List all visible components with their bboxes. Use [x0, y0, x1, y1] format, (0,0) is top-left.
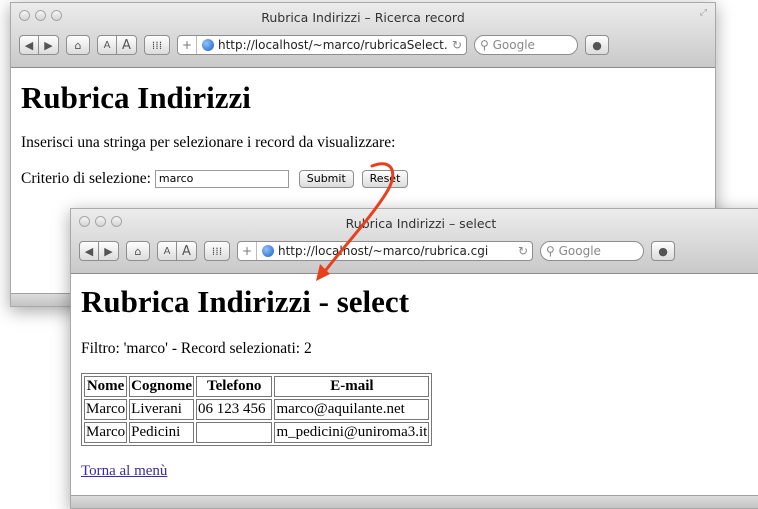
url-text: http://localhost/~marco/rubricaSelect. [218, 38, 448, 52]
grid-icon: ⁞⁞⁞ [151, 38, 163, 52]
text-smaller-button[interactable]: A [157, 241, 177, 261]
cell-telefono: 06 123 456 [195, 399, 273, 420]
forward-button[interactable]: ▶ [99, 241, 119, 261]
back-button[interactable]: ◀ [19, 35, 39, 55]
text-larger-button[interactable]: A [117, 35, 137, 55]
column-header-nome: Nome [84, 376, 128, 397]
browser-toolbar: ◀ ▶ ⌂ A A ⁞⁞⁞ + http://localhost/~marco/… [79, 239, 758, 263]
cell-email: m_pedicini@uniroma3.it [274, 422, 430, 443]
column-header-email: E-mail [274, 376, 430, 397]
address-bar[interactable]: + http://localhost/~marco/rubrica.cgi ↻ [237, 241, 533, 261]
grid-view-button[interactable]: ⁞⁞⁞ [144, 35, 170, 55]
reload-icon[interactable]: ↻ [514, 244, 532, 258]
text-larger-button[interactable]: A [177, 241, 197, 261]
nav-buttons: ◀ ▶ [19, 35, 59, 55]
criterion-input[interactable]: marco [154, 170, 289, 189]
reset-button[interactable]: Reset [361, 170, 409, 189]
text-smaller-button[interactable]: A [97, 35, 117, 55]
download-icon: ● [658, 244, 668, 258]
downloads-button[interactable]: ● [651, 241, 675, 261]
fullscreen-icon[interactable]: ⤢ [700, 8, 707, 18]
submit-button[interactable]: Submit [298, 170, 354, 189]
window-title: Rubrica Indirizzi – select [345, 216, 497, 231]
table-row: Marco Pedicini m_pedicini@uniroma3.it [84, 422, 430, 443]
column-header-telefono: Telefono [195, 376, 273, 397]
page-title: Rubrica Indirizzi - select [81, 284, 410, 319]
nav-buttons: ◀ ▶ [79, 241, 119, 261]
table-row: Marco Liverani 06 123 456 marco@aquilant… [84, 399, 430, 420]
cell-telefono [195, 422, 273, 443]
window-title: Rubrica Indirizzi – Ricerca record [261, 10, 465, 25]
table-header-row: Nome Cognome Telefono E-mail [84, 376, 430, 397]
url-text: http://localhost/~marco/rubrica.cgi [278, 244, 489, 258]
search-icon: ⚲ [480, 38, 489, 52]
criterion-label: Criterio di selezione: [21, 170, 151, 187]
title-bar: Rubrica Indirizzi – select ◀ ▶ ⌂ A A ⁞⁞⁞… [71, 209, 758, 274]
cell-email: marco@aquilante.net [274, 399, 430, 420]
download-icon: ● [592, 38, 602, 52]
page-content: Rubrica Indirizzi - select Filtro: 'marc… [71, 274, 758, 480]
globe-icon [202, 39, 214, 51]
add-bookmark-icon[interactable]: + [178, 36, 197, 54]
cell-cognome: Pedicini [129, 422, 194, 443]
results-table: Nome Cognome Telefono E-mail Marco Liver… [81, 373, 433, 446]
browser-toolbar: ◀ ▶ ⌂ A A ⁞⁞⁞ + http://localhost/~marco/… [19, 33, 707, 57]
cell-cognome: Liverani [129, 399, 194, 420]
home-icon: ⌂ [134, 244, 142, 258]
criterion-row: Criterio di selezione: marco Submit Rese… [21, 170, 705, 189]
search-field[interactable]: ⚲ Google [474, 35, 578, 55]
search-placeholder: Google [558, 244, 601, 258]
downloads-button[interactable]: ● [585, 35, 609, 55]
page-content: Rubrica Indirizzi Inserisci una stringa … [11, 68, 715, 189]
globe-icon [262, 245, 274, 257]
search-icon: ⚲ [546, 244, 555, 258]
browser-window-select: Rubrica Indirizzi – select ◀ ▶ ⌂ A A ⁞⁞⁞… [70, 208, 758, 509]
back-to-menu-link[interactable]: Torna al menù [81, 463, 167, 479]
status-bar [71, 495, 758, 508]
instruction-text: Inserisci una stringa per selezionare i … [21, 134, 396, 151]
home-button[interactable]: ⌂ [66, 35, 90, 55]
cell-nome: Marco [84, 422, 128, 443]
page-title: Rubrica Indirizzi [21, 80, 251, 115]
back-button[interactable]: ◀ [79, 241, 99, 261]
grid-view-button[interactable]: ⁞⁞⁞ [204, 241, 230, 261]
home-icon: ⌂ [74, 38, 82, 52]
title-bar: Rubrica Indirizzi – Ricerca record ⤢ ◀ ▶… [11, 3, 715, 68]
search-placeholder: Google [492, 38, 535, 52]
forward-button[interactable]: ▶ [39, 35, 59, 55]
home-button[interactable]: ⌂ [126, 241, 150, 261]
grid-icon: ⁞⁞⁞ [211, 244, 223, 258]
add-bookmark-icon[interactable]: + [238, 242, 257, 260]
text-size-buttons: A A [97, 35, 137, 55]
column-header-cognome: Cognome [129, 376, 194, 397]
filter-text: Filtro: 'marco' - Record selezionati: 2 [81, 340, 312, 357]
address-bar[interactable]: + http://localhost/~marco/rubricaSelect.… [177, 35, 467, 55]
text-size-buttons: A A [157, 241, 197, 261]
cell-nome: Marco [84, 399, 128, 420]
reload-icon[interactable]: ↻ [448, 38, 466, 52]
search-field[interactable]: ⚲ Google [540, 241, 644, 261]
